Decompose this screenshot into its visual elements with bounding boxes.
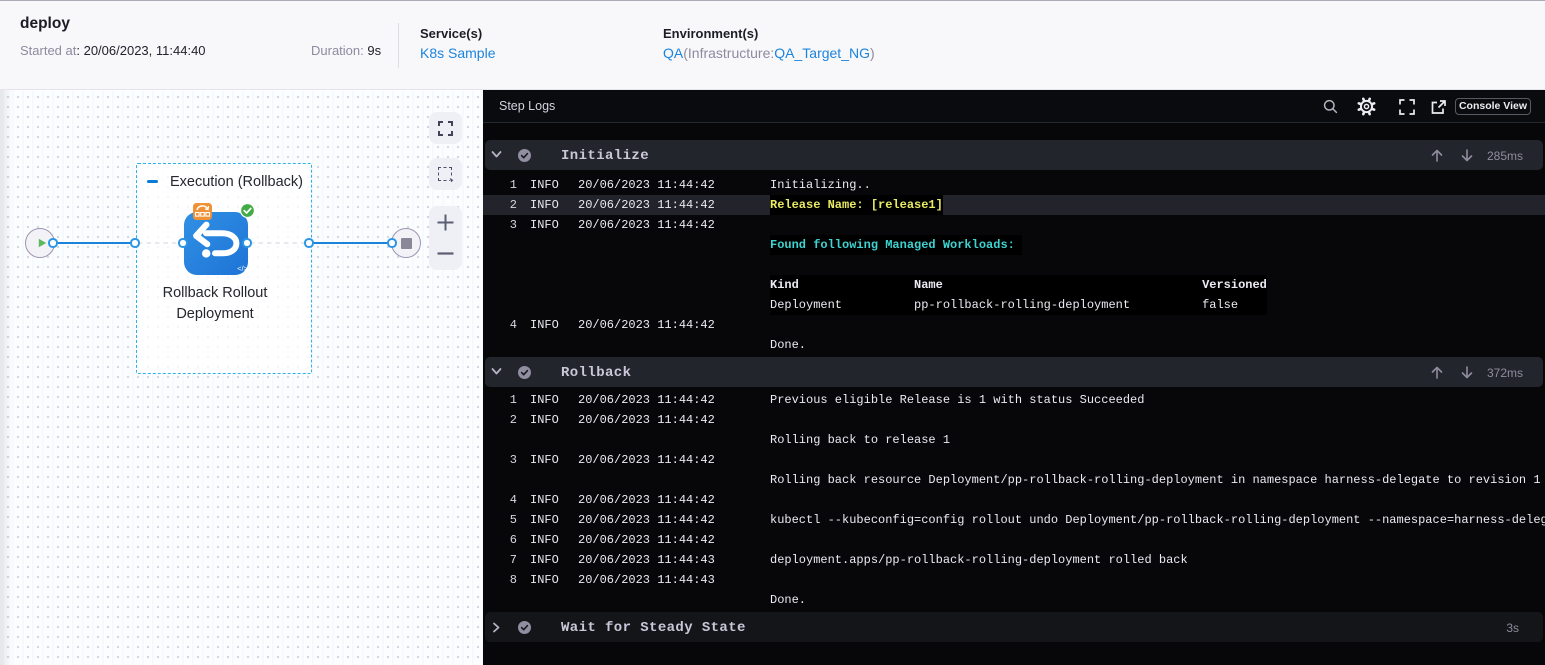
svg-text:</>: </> [237, 264, 248, 273]
